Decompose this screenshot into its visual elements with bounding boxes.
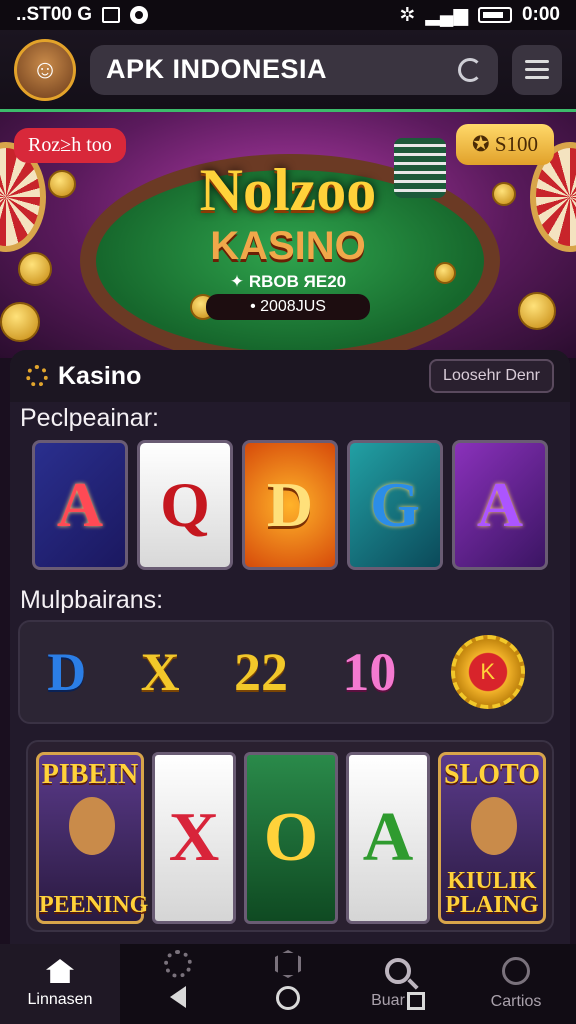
app-title: APK INDONESIA [106,54,328,84]
menu-icon [525,60,549,63]
coin [518,292,556,330]
banner-title: Nolzoo [199,157,377,223]
home-circle-icon[interactable] [276,986,300,1010]
signal-icon: ▂▄▆ [425,4,468,26]
panel-header-button[interactable]: Loosehr Denr [429,359,554,393]
multiplier-item[interactable]: X [141,641,180,703]
status-left-text: ..ST00 G [16,4,93,25]
panel-header: Kasino Loosehr Denr [10,350,570,402]
recents-icon[interactable] [406,992,425,1010]
nav-home[interactable]: Linnasen [0,944,120,1024]
back-icon[interactable] [170,986,186,1008]
hexagon-icon [275,950,301,978]
game-tile[interactable]: A [452,440,548,570]
banner-line-1: ✦ RBOB ЯE20 [229,272,347,291]
nav-settings[interactable] [120,944,236,1024]
multiplier-row: D X 22 10 K [18,620,554,724]
multiplier-item[interactable]: 10 [342,641,396,703]
game-tile[interactable]: Q [137,440,233,570]
menu-button[interactable] [512,44,562,95]
nav-search[interactable]: Buar [340,944,456,1024]
refresh-icon[interactable] [458,57,482,82]
slot-reel[interactable]: A [346,752,430,924]
card-top-label: PIBEIN [41,759,139,790]
game-tile[interactable]: A [32,440,128,570]
nav-profile[interactable]: Cartios [456,944,576,1024]
game-tile[interactable]: G [347,440,443,570]
status-bar: ..ST00 G ✲ ▂▄▆ 0:00 [0,0,576,30]
slot-reel[interactable]: O [244,752,338,924]
promo-banner[interactable]: Roz≥h too ✪ S100 Nolzoo KASINO ✦ RBOB ЯE… [0,112,576,358]
character-icon [471,797,517,855]
multiplier-item[interactable]: 22 [234,641,288,703]
settings-icon [164,950,192,978]
slot-reel[interactable]: X [152,752,236,924]
battery-icon [477,7,512,23]
nav-profile-label: Cartios [490,993,542,1010]
title-bar[interactable]: APK INDONESIA [90,44,498,95]
home-icon [46,959,74,983]
multiplier-item[interactable]: D [47,641,86,703]
bottom-navigation: Linnasen Buar Cartios [0,944,576,1024]
notification-icon [130,6,149,24]
search-icon [385,958,411,984]
gear-icon [26,365,48,387]
image-icon [102,7,121,23]
card-bottom-label: PEENING [39,892,149,918]
avatar[interactable]: ☺ [14,38,76,101]
slot-game-card-right[interactable]: SLOTO KIULIK PLAING [438,752,546,924]
coin [0,302,40,342]
panel-title: Kasino [58,361,142,390]
nav-search-label: Buar [371,992,405,1009]
banner-line-2: • 2008JUS [206,294,370,320]
slot-machine-row: PIBEIN PEENING X O A SLOTO KIULIK PLAING [26,740,554,932]
user-icon [502,957,530,985]
card-top-label: SLOTO [444,759,540,790]
banner-subtitle: KASINO [210,224,366,268]
bluetooth-icon: ✲ [399,4,416,26]
nav-hex[interactable] [236,944,340,1024]
app-header: ☺ APK INDONESIA [0,30,576,112]
clock: 0:00 [521,4,560,25]
section-label-multipliers: Mulpbairans: [20,586,164,614]
game-tile[interactable]: D [242,440,338,570]
badge-icon[interactable]: K [450,635,525,709]
nav-home-label: Linnasen [27,991,93,1008]
slot-game-card-left[interactable]: PIBEIN PEENING [36,752,149,924]
card-bottom-label: KIULIK PLAING [445,868,539,918]
character-icon [69,797,115,855]
section-label-popular: Peclpeainar: [20,404,159,432]
